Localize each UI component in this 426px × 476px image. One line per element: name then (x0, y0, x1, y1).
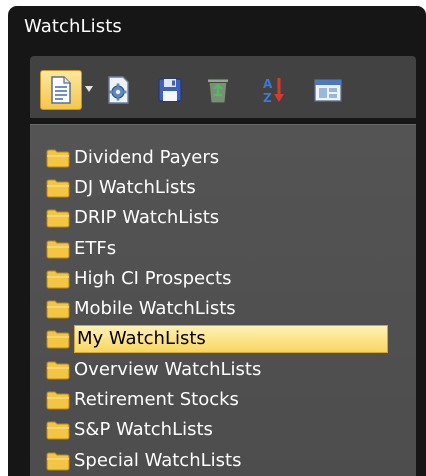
tree-item-label: Mobile WatchLists (74, 298, 236, 319)
folder-icon (46, 361, 70, 380)
recycle-button[interactable] (200, 70, 236, 110)
recycle-bin-icon (207, 78, 229, 104)
save-button[interactable] (152, 70, 188, 110)
sort-az-button[interactable]: A Z (256, 70, 292, 110)
tree-item-special-watchlists[interactable]: Special WatchLists (46, 447, 245, 475)
folder-icon (46, 300, 70, 319)
sort-az-icon: A Z (263, 77, 284, 105)
folder-icon (46, 391, 70, 410)
folder-icon (46, 452, 70, 471)
floppy-disk-icon (158, 78, 182, 102)
tree-item-high-ci-prospects[interactable]: High CI Prospects (46, 265, 235, 293)
tree-item-dividend-payers[interactable]: Dividend Payers (46, 144, 223, 172)
folder-icon (46, 240, 70, 259)
document-icon (51, 76, 71, 104)
tree-item-overview-watchlists[interactable]: Overview WatchLists (46, 356, 265, 384)
tree-item-label: Dividend Payers (74, 147, 220, 168)
tree-item-dj-watchlists[interactable]: DJ WatchLists (46, 174, 200, 202)
tree-item-label: DJ WatchLists (74, 177, 196, 198)
window-title: WatchLists (24, 16, 122, 37)
folder-icon (46, 209, 70, 228)
folder-icon (46, 330, 70, 349)
chevron-down-icon (85, 86, 93, 92)
tree-item-drip-watchlists[interactable]: DRIP WatchLists (46, 204, 223, 232)
tree-item-label: Special WatchLists (74, 450, 242, 471)
tree-item-sp-watchlists[interactable]: S&P WatchLists (46, 416, 217, 444)
folder-icon (46, 421, 70, 440)
tree-item-label: S&P WatchLists (74, 419, 213, 440)
tree-item-my-watchlists[interactable]: My WatchLists (46, 325, 388, 353)
tree-item-label: DRIP WatchLists (74, 207, 220, 228)
window-icon (314, 79, 342, 102)
toolbar: A Z (30, 56, 416, 118)
settings-button[interactable] (100, 70, 136, 110)
tree-item-label: Overview WatchLists (74, 359, 262, 380)
folder-icon (46, 270, 70, 289)
gear-document-icon (108, 76, 129, 104)
tree-item-label: My WatchLists (74, 325, 388, 353)
new-dropdown-button[interactable] (84, 84, 94, 94)
folder-icon (46, 149, 70, 168)
watchlist-tree-panel: Dividend Payers DJ WatchLists DRIP Watch… (30, 124, 416, 476)
new-document-button[interactable] (40, 70, 82, 110)
svg-text:Z: Z (263, 91, 272, 105)
tree-item-label: Retirement Stocks (74, 389, 239, 410)
tree-item-etfs[interactable]: ETFs (46, 235, 120, 263)
folder-icon (46, 179, 70, 198)
tree-item-label: High CI Prospects (74, 268, 232, 289)
svg-text:A: A (263, 77, 273, 91)
tree-item-mobile-watchlists[interactable]: Mobile WatchLists (46, 295, 240, 323)
tree-item-label: ETFs (74, 238, 117, 259)
window-button[interactable] (310, 70, 346, 110)
tree-item-retirement-stocks[interactable]: Retirement Stocks (46, 386, 243, 414)
watchlists-window: WatchLists A Z Dividend Payers DJ WatchL… (8, 6, 426, 476)
